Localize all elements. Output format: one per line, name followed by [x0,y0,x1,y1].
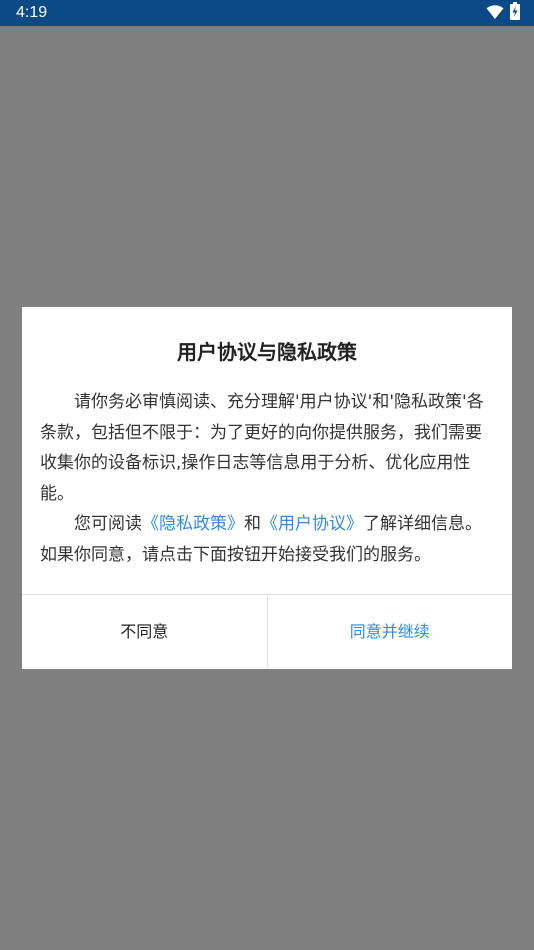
disagree-button[interactable]: 不同意 [22,595,268,669]
status-time: 4:19 [16,4,48,21]
dialog-paragraph-1: 请你务必审慎阅读、充分理解'用户协议'和'隐私政策'各条款，包括但不限于：为了更… [40,392,484,504]
agree-continue-button[interactable]: 同意并继续 [268,595,513,669]
paragraph-2-middle: 和 [244,514,261,534]
paragraph-2-prefix: 您可阅读 [74,514,142,534]
dialog-footer: 不同意 同意并继续 [22,594,512,669]
privacy-dialog: 用户协议与隐私政策 请你务必审慎阅读、充分理解'用户协议'和'隐私政策'各条款，… [22,307,512,669]
dialog-title: 用户协议与隐私政策 [177,340,357,364]
wifi-icon [486,4,504,23]
dialog-body: 请你务必审慎阅读、充分理解'用户协议'和'隐私政策'各条款，包括但不限于：为了更… [40,387,494,570]
user-agreement-link[interactable]: 《用户协议》 [261,514,363,534]
privacy-policy-link[interactable]: 《隐私政策》 [142,514,244,534]
dialog-paragraph-2: 您可阅读《隐私政策》和《用户协议》了解详细信息。如果你同意，请点击下面按钮开始接… [40,509,494,570]
status-bar: 4:19 [0,0,534,26]
status-icons [486,2,520,24]
battery-charging-icon [510,2,520,24]
